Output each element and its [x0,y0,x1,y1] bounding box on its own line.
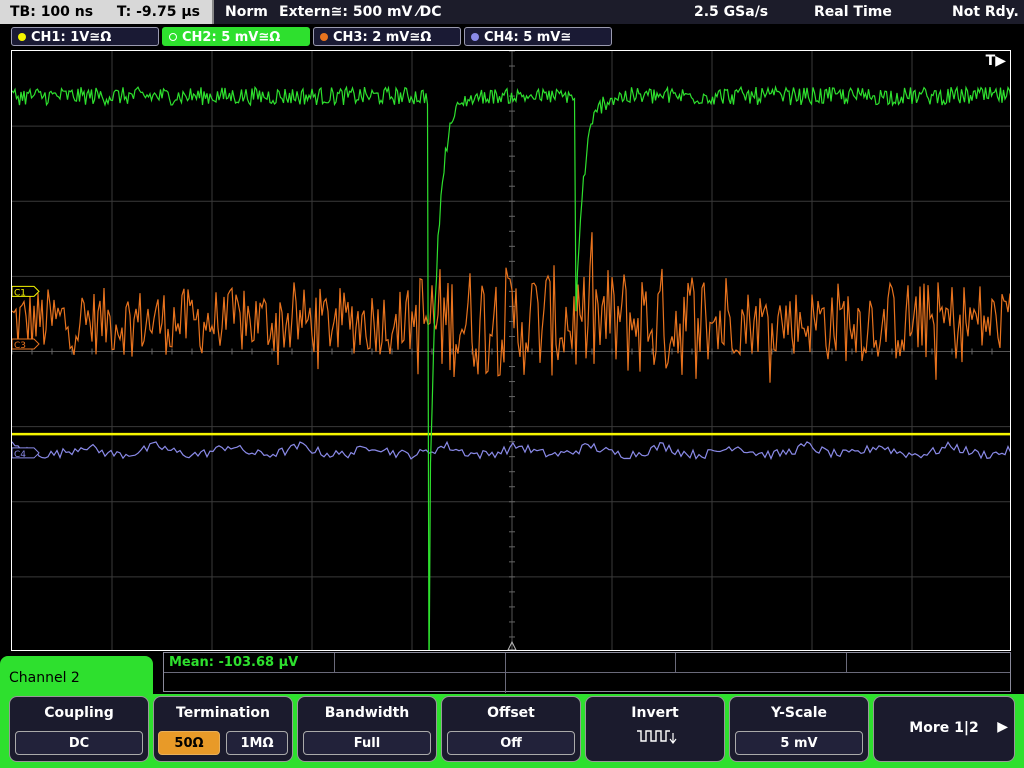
bandwidth-softkey[interactable]: Bandwidth Full [297,696,437,762]
channel-tabs: CH1: 1V≅Ω CH2: 5 mV≅Ω CH3: 2 mV≅Ω CH4: 5… [0,24,1024,50]
offset-value[interactable]: Off [447,731,575,755]
channel-marker-c1: C1 [12,285,40,298]
bandwidth-title: Bandwidth [324,705,410,721]
coupling-value[interactable]: DC [15,731,143,755]
channel-tab-4[interactable]: CH4: 5 mV≅ [464,27,612,46]
channel-marker-c3: C3 [12,338,40,351]
measurement-cell [846,653,847,672]
channel-tab-3-label: CH3: 2 mV≅Ω [333,30,432,45]
y-scale-value[interactable]: 5 mV [735,731,863,755]
channel-tab-3[interactable]: CH3: 2 mV≅Ω [313,27,461,46]
y-scale-title: Y-Scale [770,705,827,721]
trigger-source[interactable]: Extern≅: 500 mV ⁄DC [279,0,441,24]
ch2-dot-icon [169,32,177,41]
invert-softkey[interactable]: Invert [585,696,725,762]
offset-title: Offset [487,705,535,721]
ch4-dot-icon [471,32,479,41]
ch3-dot-icon [320,32,328,41]
channel-marker-label: C3 [14,341,26,351]
channel-marker-c4: C4 [12,447,40,460]
measurement-cell [505,653,506,693]
trigger-position-marker: T▶ [985,53,1006,69]
termination-title: Termination [176,705,270,721]
inverted-square-wave-icon [637,730,677,744]
ch1-dot-icon [18,32,26,41]
timebase-label: TB: 100 ns [10,4,94,20]
termination-50ohm-button[interactable]: 50Ω [158,731,220,755]
measurement-mean: Mean: -103.68 µV [169,655,299,670]
sample-rate: 2.5 GSa/s [694,4,769,20]
channel-tab-1-label: CH1: 1V≅Ω [31,30,112,45]
coupling-softkey[interactable]: Coupling DC [9,696,149,762]
more-label: More 1|2 [909,720,979,736]
timebase-box[interactable]: TB: 100 ns T: -9.75 µs [0,0,214,24]
invert-title: Invert [631,705,679,721]
offset-softkey[interactable]: Offset Off [441,696,581,762]
run-status: Not Rdy. [952,4,1019,20]
trigger-time-label: T: -9.75 µs [116,4,200,20]
termination-softkey[interactable]: Termination 50Ω 1MΩ [153,696,293,762]
waveform-display[interactable]: C1 C3 C4 T▶ [11,50,1011,651]
channel-tab-1[interactable]: CH1: 1V≅Ω [11,27,159,46]
measurement-panel: Mean: -103.68 µV [163,652,1011,693]
waveform-svg: C1 C3 C4 [12,51,1010,650]
more-softkey[interactable]: More 1|2 ▶ [873,696,1015,762]
acquisition-mode: Real Time [814,4,892,20]
measurement-cell [675,653,676,672]
softkey-bar: Coupling DC Termination 50Ω 1MΩ Bandwidt… [0,694,1024,768]
channel-tab-2[interactable]: CH2: 5 mV≅Ω [162,27,310,46]
termination-1mohm-button[interactable]: 1MΩ [226,731,288,755]
next-page-arrow-icon: ▶ [997,719,1008,735]
measurement-divider [164,672,1010,673]
trigger-mode[interactable]: Norm [225,0,268,24]
channel-marker-label: C4 [14,450,26,460]
bandwidth-value[interactable]: Full [303,731,431,755]
channel-marker-label: C1 [14,288,26,298]
measurement-cell [334,653,335,672]
coupling-title: Coupling [44,705,114,721]
channel-tab-4-label: CH4: 5 mV≅ [484,30,572,45]
status-bar: TB: 100 ns T: -9.75 µs Norm Extern≅: 500… [0,0,1024,24]
channel-tab-2-label: CH2: 5 mV≅Ω [182,30,281,45]
y-scale-softkey[interactable]: Y-Scale 5 mV [729,696,869,762]
